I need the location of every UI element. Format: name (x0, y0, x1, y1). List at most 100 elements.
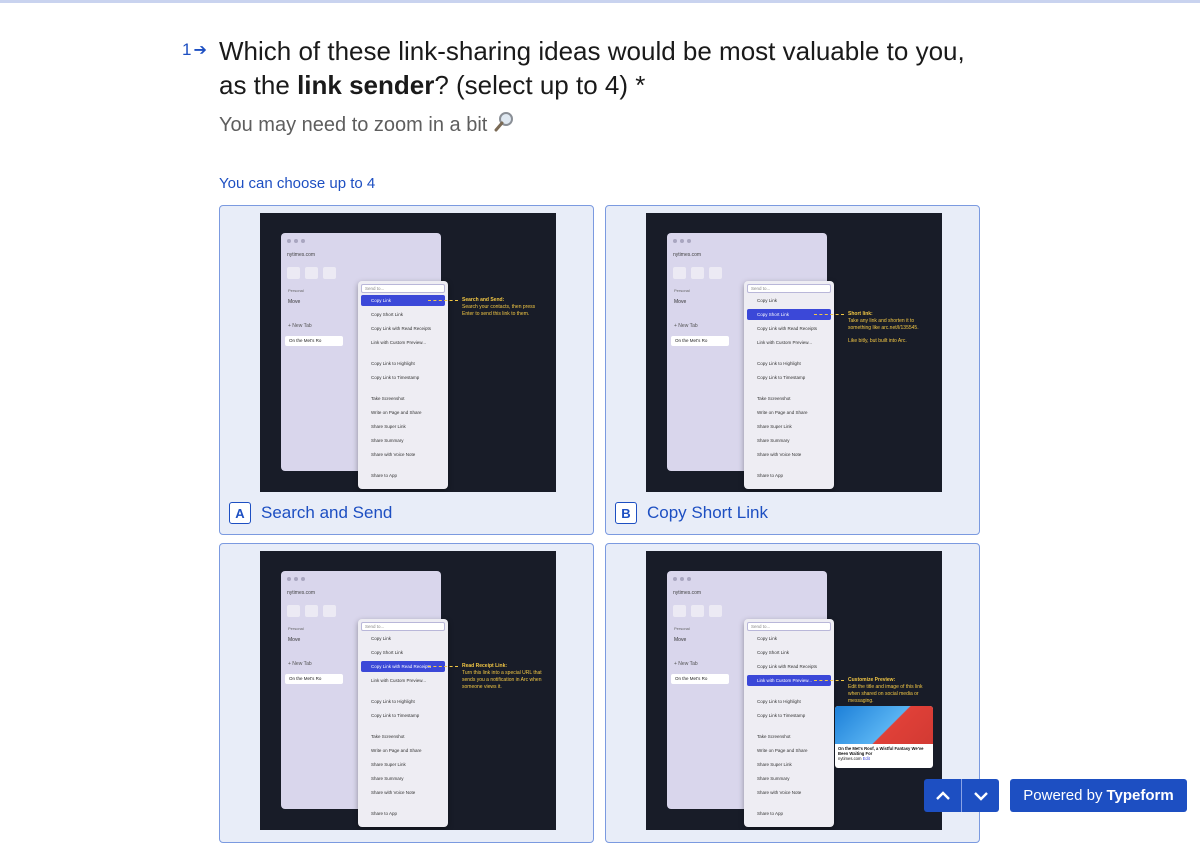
window-dot (301, 239, 305, 243)
share-menu-item: Link with Custom Preview... (757, 340, 813, 345)
active-tab: On the Met's Ro (285, 336, 343, 346)
option-key-badge: B (615, 502, 637, 524)
window-dot (294, 577, 298, 581)
share-menu-item: Copy Link to Highlight (371, 699, 415, 704)
option-card-c[interactable]: nytimes.com Personal Move + New Tab On the M… (219, 543, 594, 843)
new-tab-label: + New Tab (674, 323, 698, 329)
window-dot (301, 577, 305, 581)
preview-meta: nytimes.com Edit (838, 756, 930, 761)
subtitle-text: You may need to zoom in a bit (219, 113, 488, 136)
pinned-tabs (673, 267, 722, 279)
new-tab-label: + New Tab (674, 661, 698, 667)
mock-url: nytimes.com (287, 252, 316, 258)
pinned-tab (691, 267, 704, 279)
option-card-a[interactable]: nytimes.com Personal Move + New Tab On the M… (219, 205, 594, 535)
pinned-tab (305, 605, 318, 617)
share-menu-item: Share Super Link (757, 762, 792, 767)
window-dot (687, 577, 691, 581)
pinned-tab (673, 605, 686, 617)
callout-connector (814, 680, 844, 681)
share-menu-item: Take Screenshot (757, 734, 791, 739)
share-menu-item: Copy Link to Highlight (757, 699, 801, 704)
mock-browser-window: nytimes.com Personal Move + New Tab On the M… (667, 233, 834, 489)
share-menu-item: Copy Link (757, 636, 778, 641)
share-menu-item: Copy Link with Read Receipts (757, 664, 818, 669)
next-question-button[interactable] (962, 779, 999, 812)
share-menu-item: Link with Custom Preview... (371, 340, 427, 345)
pinned-tab (709, 267, 722, 279)
window-controls (287, 239, 305, 243)
new-tab-label: + New Tab (288, 661, 312, 667)
choice-limit-hint: You can choose up to 4 (219, 175, 376, 192)
active-tab: On the Met's Ro (671, 336, 729, 346)
callout-text: Search your contacts, then press Enter t… (462, 304, 536, 317)
pinned-tab (673, 267, 686, 279)
share-menu-item: Write on Page and Share (371, 410, 422, 415)
share-search-field: Send to... (747, 622, 831, 631)
callout-annotation: Short link: Take any link and shorten it … (848, 311, 930, 345)
chevron-down-icon (973, 791, 988, 801)
navigation-buttons (924, 779, 999, 812)
callout-connector (428, 300, 458, 301)
share-menu-item: Share with Voice Note (371, 790, 416, 795)
share-menu-item: Copy Short Link (757, 650, 790, 655)
option-screenshot: nytimes.com Personal Move + New Tab On the M… (260, 213, 556, 492)
window-dot (680, 239, 684, 243)
share-menu-item: Copy Link to Timestamp (757, 375, 806, 380)
share-menu-item: Take Screenshot (371, 396, 405, 401)
share-menu-item: Copy Link to Timestamp (757, 713, 806, 718)
share-menu-item: Share with Voice Note (371, 452, 416, 457)
window-dot (294, 239, 298, 243)
pinned-tabs (287, 605, 336, 617)
window-dot (680, 577, 684, 581)
question-text-bold: link sender (297, 70, 435, 100)
magnifier-icon (493, 111, 515, 139)
window-controls (673, 239, 691, 243)
share-menu-item: Copy Link to Timestamp (371, 375, 420, 380)
share-menu-item: Copy Link (757, 298, 778, 303)
question-title: Which of these link-sharing ideas would … (219, 34, 979, 102)
option-card-b[interactable]: nytimes.com Personal Move + New Tab On the M… (605, 205, 980, 535)
pinned-tab (305, 267, 318, 279)
window-dot (287, 239, 291, 243)
pinned-tab (323, 267, 336, 279)
share-menu: Send to... Copy Link Copy Short Link Copy L… (744, 619, 834, 827)
callout-annotation: Customize Preview: Edit the title and ima… (848, 677, 930, 705)
pinned-tab (287, 605, 300, 617)
preview-edit: Edit (862, 756, 870, 761)
callout-text: Turn this link into a special URL that s… (462, 670, 542, 690)
arrow-right-icon: ➔ (193, 42, 207, 59)
share-menu-item: Share to App (371, 811, 398, 816)
window-dot (673, 239, 677, 243)
share-menu-item: Write on Page and Share (757, 748, 808, 753)
preview-image (835, 706, 933, 744)
callout-title: Short link: (848, 311, 873, 317)
share-menu: Send to... Copy Link Copy Short Link Copy L… (744, 281, 834, 489)
mock-browser-window: nytimes.com Personal Move + New Tab On the M… (281, 233, 448, 489)
share-search-field: Send to... (361, 622, 445, 631)
share-menu: Send to... Copy Link Copy Short Link Copy L… (358, 281, 448, 489)
powered-by-typeform-button[interactable]: Powered by Typeform (1010, 779, 1187, 812)
share-search-field: Send to... (361, 284, 445, 293)
share-menu-item: Take Screenshot (371, 734, 405, 739)
share-menu-item: Share to App (757, 473, 784, 478)
pinned-tab (287, 267, 300, 279)
active-tab: On the Met's Ro (671, 674, 729, 684)
mock-browser-window: nytimes.com Personal Move + New Tab On the M… (281, 571, 448, 827)
callout-connector (814, 314, 844, 315)
question-subtitle: You may need to zoom in a bit (219, 111, 515, 139)
share-menu-item: Copy Link with Read Receipts (757, 326, 818, 331)
window-dot (687, 239, 691, 243)
share-menu-item: Share to App (371, 473, 398, 478)
callout-annotation: Read Receipt Link: Turn this link into a … (462, 663, 544, 691)
share-menu-item: Copy Link (371, 636, 392, 641)
window-dot (673, 577, 677, 581)
window-dot (287, 577, 291, 581)
space-label: Personal (674, 288, 690, 293)
share-menu-item: Share Super Link (757, 424, 792, 429)
window-controls (673, 577, 691, 581)
share-search-field: Send to... (747, 284, 831, 293)
previous-question-button[interactable] (924, 779, 962, 812)
pinned-tab (691, 605, 704, 617)
share-menu-item: Copy Link to Highlight (757, 361, 801, 366)
